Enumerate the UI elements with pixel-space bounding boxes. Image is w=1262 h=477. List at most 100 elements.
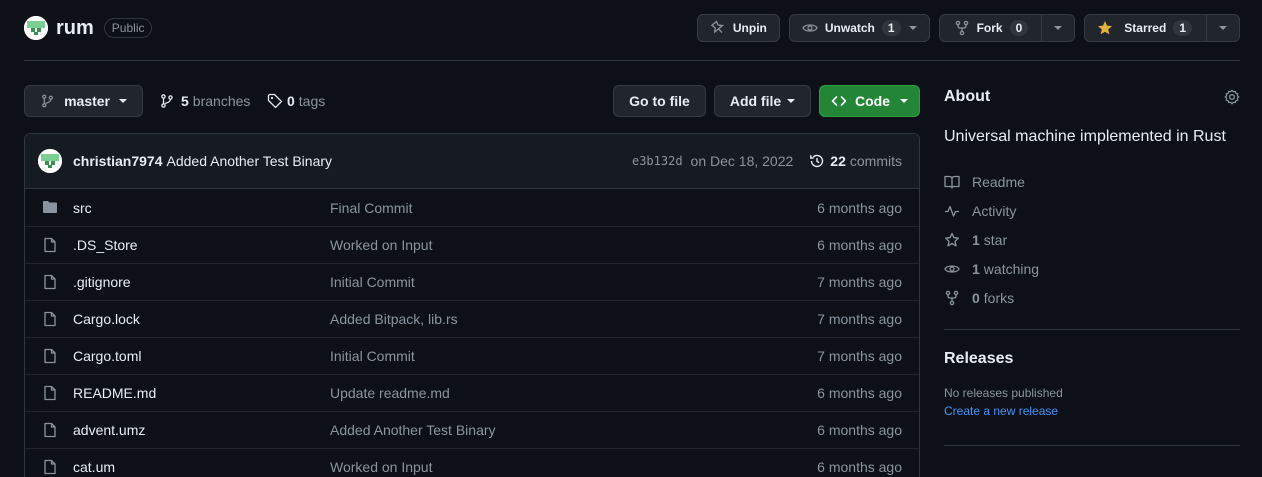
- file-name[interactable]: README.md: [73, 385, 156, 401]
- file-commit-message[interactable]: Initial Commit: [330, 274, 415, 290]
- starred-button[interactable]: Starred 1: [1085, 15, 1206, 41]
- file-browser: christian7974 Added Another Test Binary …: [24, 133, 920, 477]
- file-commit-message[interactable]: Worked on Input: [330, 237, 432, 253]
- file-row[interactable]: advent.umz Added Another Test Binary 6 m…: [25, 411, 919, 448]
- gear-icon[interactable]: [1224, 89, 1240, 105]
- stars-label: star: [983, 231, 1008, 248]
- fork-counter: 0: [1009, 20, 1029, 36]
- commits-count: 22: [830, 153, 846, 169]
- branch-select-button[interactable]: master: [24, 85, 143, 117]
- chevron-down-icon: [1054, 26, 1063, 30]
- commits-history-link[interactable]: 22 commits: [809, 153, 902, 169]
- chevron-down-icon: [908, 26, 917, 30]
- branch-name: master: [64, 93, 110, 109]
- forks-link[interactable]: 0 forks: [944, 283, 1240, 312]
- file-row[interactable]: cat.um Worked on Input 6 months ago: [25, 448, 919, 477]
- file-name[interactable]: Cargo.lock: [73, 311, 140, 327]
- file-row[interactable]: .gitignore Initial Commit 7 months ago: [25, 263, 919, 300]
- file-row[interactable]: src Final Commit 6 months ago: [25, 189, 919, 226]
- stars-link[interactable]: 1 star: [944, 225, 1240, 254]
- file-age: 6 months ago: [817, 422, 902, 438]
- repo-actions: Unpin Unwatch 1 Fork 0 Starred 1: [696, 14, 1240, 42]
- chevron-down-icon: [119, 99, 127, 103]
- tags-link[interactable]: 0 tags: [267, 85, 325, 117]
- file-row[interactable]: README.md Update readme.md 6 months ago: [25, 374, 919, 411]
- file-commit-message[interactable]: Added Bitpack, lib.rs: [330, 311, 458, 327]
- stars-count: 1: [972, 231, 980, 248]
- file-name[interactable]: cat.um: [73, 459, 115, 475]
- git-branch-icon: [161, 94, 173, 108]
- fork-dropdown-button[interactable]: [1041, 15, 1074, 41]
- about-title: About: [944, 88, 991, 105]
- chevron-down-icon: [900, 99, 908, 103]
- starred-label: Starred: [1124, 21, 1167, 35]
- readme-link[interactable]: Readme: [944, 167, 1240, 196]
- file-age: 6 months ago: [817, 199, 902, 216]
- author-avatar[interactable]: [38, 149, 62, 173]
- watching-link[interactable]: 1 watching: [944, 254, 1240, 283]
- commit-message[interactable]: Added Another Test Binary: [167, 153, 333, 169]
- file-icon: [44, 311, 56, 327]
- file-commit-message[interactable]: Worked on Input: [330, 459, 432, 475]
- file-commit-message[interactable]: Final Commit: [330, 200, 412, 216]
- sidebar-divider: [944, 445, 1240, 446]
- history-icon: [810, 154, 824, 168]
- unwatch-button[interactable]: Unwatch 1: [788, 14, 930, 42]
- file-row[interactable]: .DS_Store Worked on Input 6 months ago: [25, 226, 919, 263]
- releases-title[interactable]: Releases: [944, 350, 1240, 368]
- header-divider: [24, 60, 1240, 61]
- go-to-file-button[interactable]: Go to file: [613, 85, 706, 117]
- fork-icon: [945, 290, 959, 305]
- fork-label: Fork: [976, 21, 1003, 35]
- file-commit-message[interactable]: Initial Commit: [330, 348, 415, 364]
- repo-name[interactable]: rum: [56, 17, 94, 40]
- commit-date: on Dec 18, 2022: [690, 153, 794, 169]
- file-icon: [44, 274, 56, 290]
- pulse-icon: [945, 205, 959, 217]
- file-row[interactable]: Cargo.lock Added Bitpack, lib.rs 7 month…: [25, 300, 919, 337]
- watch-counter: 1: [881, 20, 901, 36]
- about-links: Readme Activity 1 star 1 watching 0 fork…: [944, 167, 1240, 312]
- visibility-badge: Public: [103, 18, 153, 38]
- commit-sha[interactable]: e3b132d: [632, 154, 683, 168]
- unpin-button[interactable]: Unpin: [696, 14, 780, 42]
- code-icon: [831, 96, 847, 106]
- commit-meta: e3b132d on Dec 18, 2022 22 commits: [632, 134, 902, 188]
- repo-title: rum Public: [24, 14, 153, 42]
- file-commit-message[interactable]: Added Another Test Binary: [330, 422, 496, 438]
- owner-avatar[interactable]: [24, 16, 48, 40]
- fork-button[interactable]: Fork 0: [940, 15, 1042, 41]
- file-commit-message[interactable]: Update readme.md: [330, 385, 450, 401]
- file-name[interactable]: Cargo.toml: [73, 348, 141, 364]
- code-button[interactable]: Code: [819, 85, 920, 117]
- file-icon: [44, 459, 56, 475]
- unpin-label: Unpin: [732, 21, 767, 35]
- create-release-link[interactable]: Create a new release: [944, 404, 1240, 418]
- file-row[interactable]: Cargo.toml Initial Commit 7 months ago: [25, 337, 919, 374]
- file-name[interactable]: .DS_Store: [73, 237, 138, 253]
- file-icon: [44, 385, 56, 401]
- file-age: 7 months ago: [817, 348, 902, 364]
- unwatch-label: Unwatch: [824, 21, 875, 35]
- commit-author[interactable]: christian7974: [73, 153, 163, 169]
- eye-icon: [802, 24, 818, 32]
- star-counter: 1: [1173, 20, 1192, 36]
- add-file-label: Add file: [729, 93, 782, 109]
- no-releases-text: No releases published: [944, 386, 1063, 400]
- branches-link[interactable]: 5 branches: [159, 85, 250, 117]
- watching-label: watching: [983, 260, 1040, 277]
- star-button-group: Starred 1: [1084, 14, 1240, 42]
- eye-icon: [944, 264, 960, 273]
- add-file-button[interactable]: Add file: [714, 85, 811, 117]
- file-age: 7 months ago: [817, 311, 902, 327]
- file-name[interactable]: .gitignore: [73, 274, 131, 290]
- file-age: 6 months ago: [817, 385, 902, 401]
- activity-link[interactable]: Activity: [944, 196, 1240, 225]
- star-dropdown-button[interactable]: [1206, 15, 1239, 41]
- file-name[interactable]: advent.umz: [73, 422, 145, 438]
- about-header: About: [944, 85, 1240, 109]
- watching-count: 1: [972, 260, 980, 277]
- file-name[interactable]: src: [73, 200, 92, 216]
- repo-header: rum Public Unpin Unwatch 1 Fork 0 Starre…: [24, 14, 1240, 42]
- pin-icon: [710, 20, 724, 34]
